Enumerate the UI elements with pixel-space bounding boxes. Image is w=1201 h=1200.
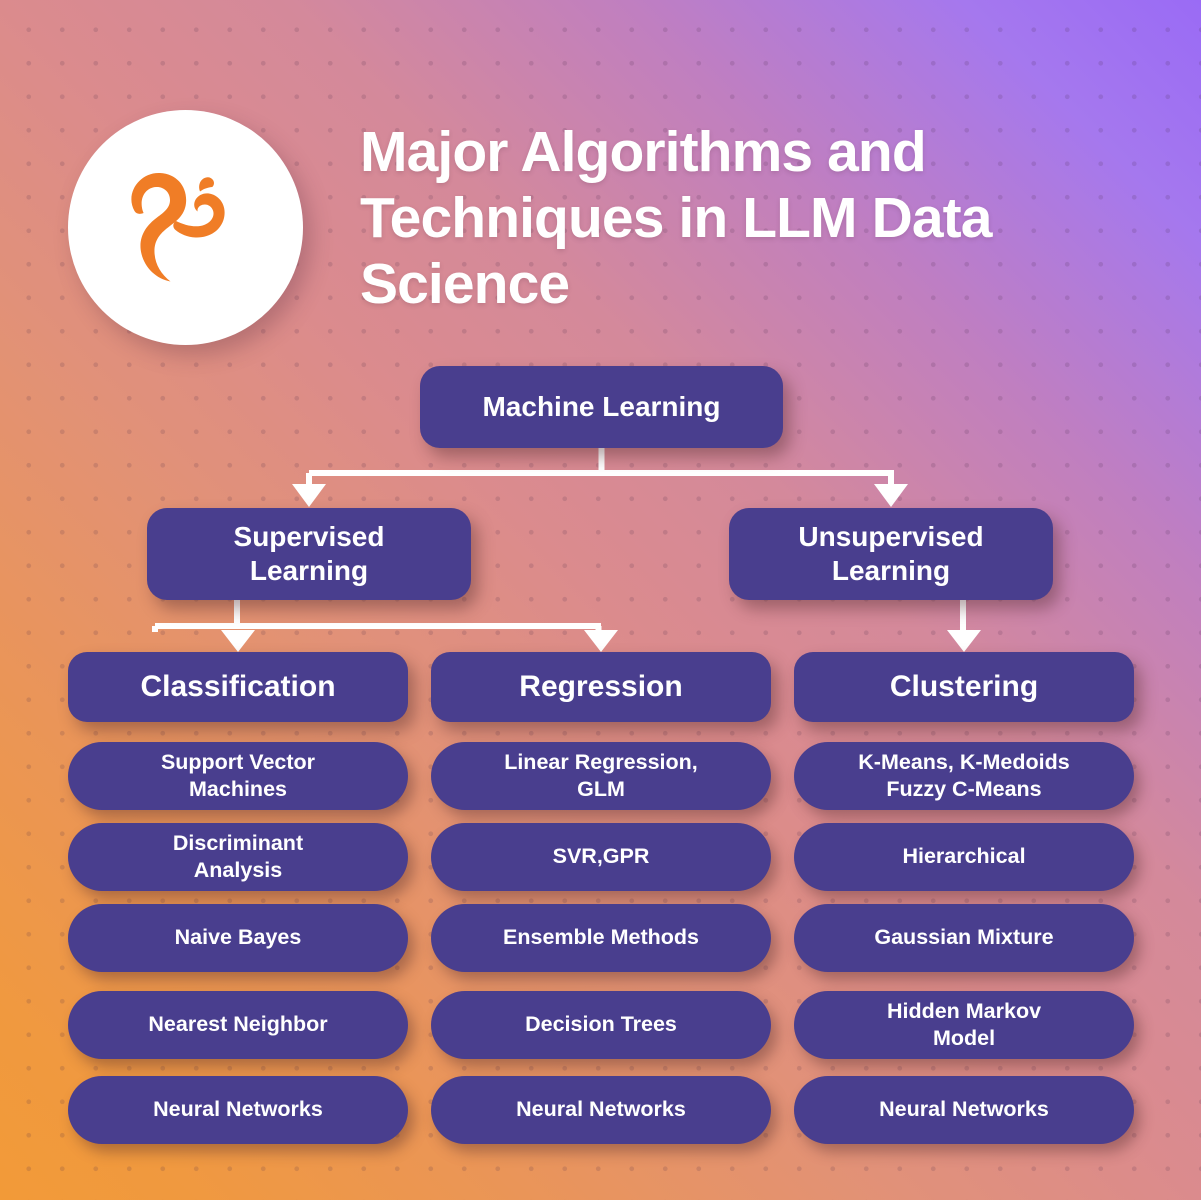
list-item[interactable]: Naive Bayes [68, 904, 408, 972]
list-item[interactable]: Gaussian Mixture [794, 904, 1134, 972]
list-item[interactable]: Neural Networks [431, 1076, 771, 1144]
list-item[interactable]: SVR,GPR [431, 823, 771, 891]
arrowhead-classification [221, 630, 255, 652]
arrowhead-clustering [947, 630, 981, 652]
squirrel-logo-icon [116, 164, 256, 292]
page-title: Major Algorithms and Techniques in LLM D… [360, 120, 992, 317]
node-unsupervised-learning[interactable]: Unsupervised Learning [729, 508, 1053, 600]
list-item[interactable]: Hierarchical [794, 823, 1134, 891]
arrowhead-regression [584, 630, 618, 652]
list-item[interactable]: Neural Networks [68, 1076, 408, 1144]
list-item[interactable]: K-Means, K-Medoids Fuzzy C-Means [794, 742, 1134, 810]
node-category-regression[interactable]: Regression [431, 652, 771, 722]
node-category-classification[interactable]: Classification [68, 652, 408, 722]
node-machine-learning[interactable]: Machine Learning [420, 366, 783, 448]
list-item[interactable]: Support Vector Machines [68, 742, 408, 810]
list-item[interactable]: Neural Networks [794, 1076, 1134, 1144]
node-supervised-learning[interactable]: Supervised Learning [147, 508, 471, 600]
list-item[interactable]: Decision Trees [431, 991, 771, 1059]
list-item[interactable]: Linear Regression, GLM [431, 742, 771, 810]
list-item[interactable]: Discriminant Analysis [68, 823, 408, 891]
arrowhead-unsupervised [874, 484, 908, 507]
arrowhead-supervised [292, 484, 326, 507]
node-category-clustering[interactable]: Clustering [794, 652, 1134, 722]
list-item[interactable]: Ensemble Methods [431, 904, 771, 972]
list-item[interactable]: Nearest Neighbor [68, 991, 408, 1059]
infographic-canvas: Major Algorithms and Techniques in LLM D… [0, 0, 1201, 1200]
list-item[interactable]: Hidden Markov Model [794, 991, 1134, 1059]
logo-badge [68, 110, 303, 345]
